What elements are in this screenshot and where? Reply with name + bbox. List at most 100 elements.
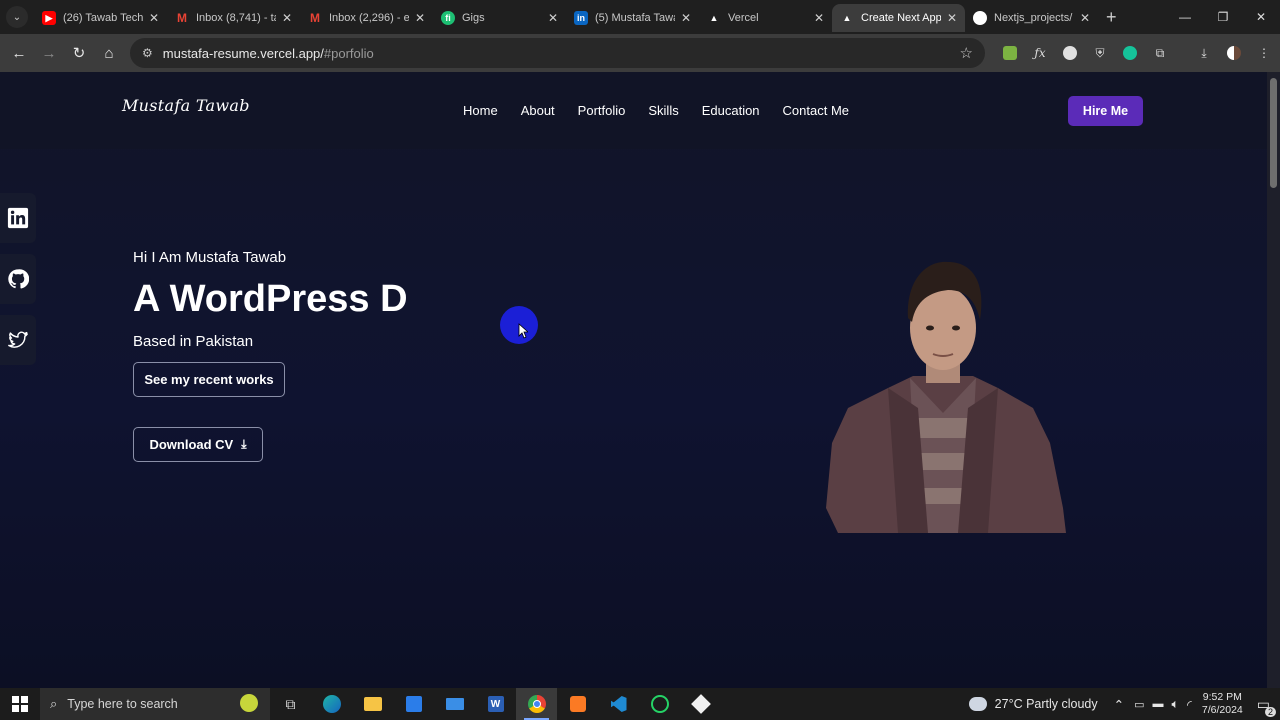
browser-menu-icon[interactable]: ⋮ <box>1249 34 1279 72</box>
github-link[interactable] <box>0 254 36 304</box>
browser-tab[interactable]: in (5) Mustafa Tawa ✕ <box>566 4 699 32</box>
twitter-link[interactable] <box>0 315 36 365</box>
taskbar-search-box[interactable]: ⌕ Type here to search <box>40 688 270 720</box>
web-page: Mustafa Tawab Home About Portfolio Skill… <box>0 72 1267 688</box>
url-host: mustafa-resume.vercel.app/ <box>162 45 324 61</box>
wifi-icon[interactable]: ◜ <box>1187 697 1192 712</box>
browser-tab[interactable]: fi Gigs ✕ <box>433 4 566 32</box>
nav-home[interactable]: Home <box>463 103 498 118</box>
hero-greeting: Hi I Am Mustafa Tawab <box>133 249 287 266</box>
linkedin-icon <box>7 207 29 229</box>
home-button[interactable]: ⌂ <box>94 38 124 68</box>
vscode-icon[interactable] <box>598 688 639 720</box>
tab-search-button[interactable]: ⌄ <box>6 6 28 28</box>
windows-taskbar: ⌕ Type here to search ⧉ W 27°C Partly cl… <box>0 688 1280 720</box>
close-window-button[interactable]: ✕ <box>1242 0 1280 34</box>
browser-tab[interactable]: ▶ (26) Tawab Tech ✕ <box>34 4 167 32</box>
profile-avatar[interactable] <box>1219 34 1249 72</box>
hero-location: Based in Pakistan <box>133 333 254 350</box>
page-scrollbar[interactable] <box>1267 72 1280 688</box>
extension-grammarly-icon[interactable] <box>1115 34 1145 72</box>
close-tab-icon[interactable]: ✕ <box>947 11 957 25</box>
browser-tab[interactable]: ▲ Create Next App ✕ <box>832 4 965 32</box>
site-logo[interactable]: Mustafa Tawab <box>122 96 250 115</box>
hire-me-button[interactable]: Hire Me <box>1068 96 1143 126</box>
see-recent-works-button[interactable]: See my recent works <box>133 362 285 397</box>
search-icon: ⌕ <box>50 696 58 711</box>
download-cv-label: Download CV <box>149 437 234 452</box>
download-icon[interactable]: ⤓ <box>1189 34 1219 72</box>
extensions-puzzle-icon[interactable]: ⧉ <box>1145 34 1175 72</box>
download-cv-button[interactable]: Download CV ⤓ <box>133 427 263 462</box>
youtube-icon: ▶ <box>42 11 56 25</box>
fiverr-icon: fi <box>441 11 455 25</box>
task-view-icon[interactable]: ⧉ <box>270 688 311 720</box>
vercel-icon: ▲ <box>842 13 852 23</box>
extension-green-icon[interactable] <box>995 34 1025 72</box>
hero-headline: A WordPress D <box>133 278 408 320</box>
weather-icon[interactable] <box>968 697 987 711</box>
tab-title: (5) Mustafa Tawa <box>595 12 675 24</box>
site-header: Mustafa Tawab Home About Portfolio Skill… <box>0 72 1267 149</box>
weather-text[interactable]: 27°C Partly cloudy <box>995 697 1098 711</box>
nav-contact[interactable]: Contact Me <box>783 103 849 118</box>
browser-toolbar: ← → ↻ ⌂ ⚙ mustafa-resume.vercel.app/#por… <box>0 34 1280 72</box>
linkedin-link[interactable] <box>0 193 36 243</box>
tab-title: Gigs <box>462 12 485 24</box>
extension-circle-icon[interactable] <box>1055 34 1085 72</box>
browser-tab[interactable]: M Inbox (8,741) - ta ✕ <box>167 4 300 32</box>
close-tab-icon[interactable]: ✕ <box>415 11 425 25</box>
notification-count: 2 <box>1264 706 1276 717</box>
back-button[interactable]: ← <box>4 38 34 68</box>
whatsapp-icon[interactable] <box>639 688 680 720</box>
clock-time: 9:52 PM <box>1202 691 1242 703</box>
edge-icon[interactable] <box>311 688 352 720</box>
twitter-icon <box>8 331 28 348</box>
notification-icon[interactable]: ▭ 2 <box>1257 696 1276 717</box>
tab-title: Inbox (8,741) - ta <box>196 12 276 24</box>
chrome-icon[interactable] <box>516 688 557 720</box>
close-tab-icon[interactable]: ✕ <box>681 11 691 25</box>
volume-icon[interactable]: 🔈︎ <box>1172 697 1180 712</box>
close-tab-icon[interactable]: ✕ <box>814 11 824 25</box>
reload-button[interactable]: ↻ <box>64 38 94 68</box>
address-bar[interactable]: ⚙ mustafa-resume.vercel.app/#porfolio ☆ <box>130 38 985 68</box>
tab-title: (26) Tawab Tech <box>63 12 143 24</box>
tab-title: Nextjs_projects/ <box>994 12 1073 24</box>
search-placeholder: Type here to search <box>67 697 178 711</box>
git-icon[interactable] <box>680 688 721 720</box>
browser-tab[interactable]: ▲ Vercel ✕ <box>699 4 832 32</box>
browser-tab[interactable]: Nextjs_projects/ ✕ <box>965 4 1098 32</box>
close-tab-icon[interactable]: ✕ <box>548 11 558 25</box>
nav-education[interactable]: Education <box>702 103 760 118</box>
word-icon[interactable]: W <box>475 688 516 720</box>
bookmark-star-icon[interactable]: ☆ <box>960 44 973 62</box>
new-tab-button[interactable]: + <box>1106 7 1117 28</box>
browser-tab[interactable]: M Inbox (2,296) - e ✕ <box>300 4 433 32</box>
maximize-button[interactable]: ❐ <box>1204 0 1242 34</box>
nav-portfolio[interactable]: Portfolio <box>578 103 626 118</box>
taskbar-clock[interactable]: 9:52 PM 7/6/2024 <box>1202 691 1243 717</box>
network-icon[interactable]: ▭ <box>1134 698 1144 711</box>
store-icon[interactable] <box>393 688 434 720</box>
gmail-icon: M <box>310 11 320 25</box>
extension-fx-icon[interactable]: ƒx <box>1025 34 1055 72</box>
start-button[interactable] <box>0 688 40 720</box>
close-tab-icon[interactable]: ✕ <box>282 11 292 25</box>
site-info-icon[interactable]: ⚙ <box>142 46 153 60</box>
forward-button[interactable]: → <box>34 38 64 68</box>
profile-portrait <box>826 261 1066 533</box>
scrollbar-thumb[interactable] <box>1270 78 1277 188</box>
mail-icon[interactable] <box>434 688 475 720</box>
close-tab-icon[interactable]: ✕ <box>149 11 159 25</box>
battery-icon[interactable]: ▬ <box>1153 698 1164 710</box>
nav-about[interactable]: About <box>521 103 555 118</box>
file-explorer-icon[interactable] <box>352 688 393 720</box>
tray-expand-icon[interactable]: ⌃ <box>1114 697 1124 712</box>
extension-shield-icon[interactable]: ⛨ <box>1085 34 1115 72</box>
xampp-icon[interactable] <box>557 688 598 720</box>
nav-skills[interactable]: Skills <box>648 103 678 118</box>
site-nav: Home About Portfolio Skills Education Co… <box>463 103 872 118</box>
close-tab-icon[interactable]: ✕ <box>1080 11 1090 25</box>
minimize-button[interactable]: — <box>1166 0 1204 34</box>
